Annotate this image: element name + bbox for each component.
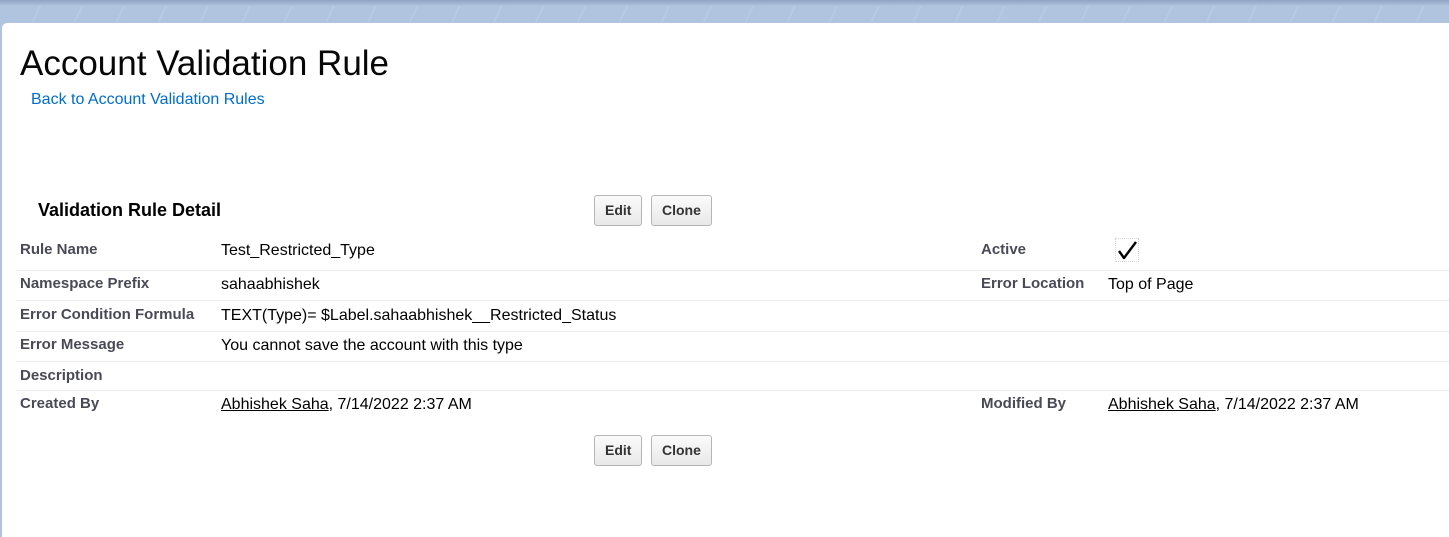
active-label: Active (981, 241, 1027, 258)
modified-by-user-link[interactable]: Abhishek Saha (1108, 396, 1216, 413)
description-label: Description (20, 367, 103, 384)
clone-button-bottom[interactable]: Clone (651, 435, 712, 466)
modified-by-value: Abhishek Saha, 7/14/2022 2:37 AM (1108, 396, 1359, 414)
page-title: Account Validation Rule (20, 44, 390, 83)
active-checkbox (1115, 238, 1139, 262)
detail-row-description (16, 361, 1449, 391)
rule-name-label: Rule Name (20, 241, 98, 258)
header-shadow (0, 0, 1449, 6)
error-location-value: Top of Page (1108, 276, 1194, 293)
back-to-rules-link[interactable]: Back to Account Validation Rules (31, 91, 265, 109)
error-message-value: You cannot save the account with this ty… (221, 337, 523, 354)
checkmark-icon (1118, 241, 1137, 260)
edit-button-bottom[interactable]: Edit (594, 435, 643, 466)
section-title: Validation Rule Detail (38, 200, 222, 220)
modified-by-label: Modified By (981, 395, 1066, 412)
created-by-date: , 7/14/2022 2:37 AM (328, 396, 472, 413)
clone-button-top[interactable]: Clone (651, 195, 712, 226)
created-by-value: Abhishek Saha, 7/14/2022 2:37 AM (221, 396, 472, 414)
error-condition-formula-label: Error Condition Formula (20, 306, 195, 323)
modified-by-date: , 7/14/2022 2:37 AM (1215, 396, 1359, 413)
namespace-prefix-value: sahaabhishek (221, 276, 320, 293)
error-location-label: Error Location (981, 275, 1085, 292)
error-condition-formula-value: TEXT(Type)= $Label.sahaabhishek__Restric… (221, 307, 617, 324)
edit-button-top[interactable]: Edit (594, 195, 643, 226)
rule-name-value: Test_Restricted_Type (221, 242, 375, 259)
created-by-user-link[interactable]: Abhishek Saha (221, 396, 329, 413)
created-by-label: Created By (20, 395, 100, 412)
error-message-label: Error Message (20, 336, 125, 353)
namespace-prefix-label: Namespace Prefix (20, 275, 150, 292)
